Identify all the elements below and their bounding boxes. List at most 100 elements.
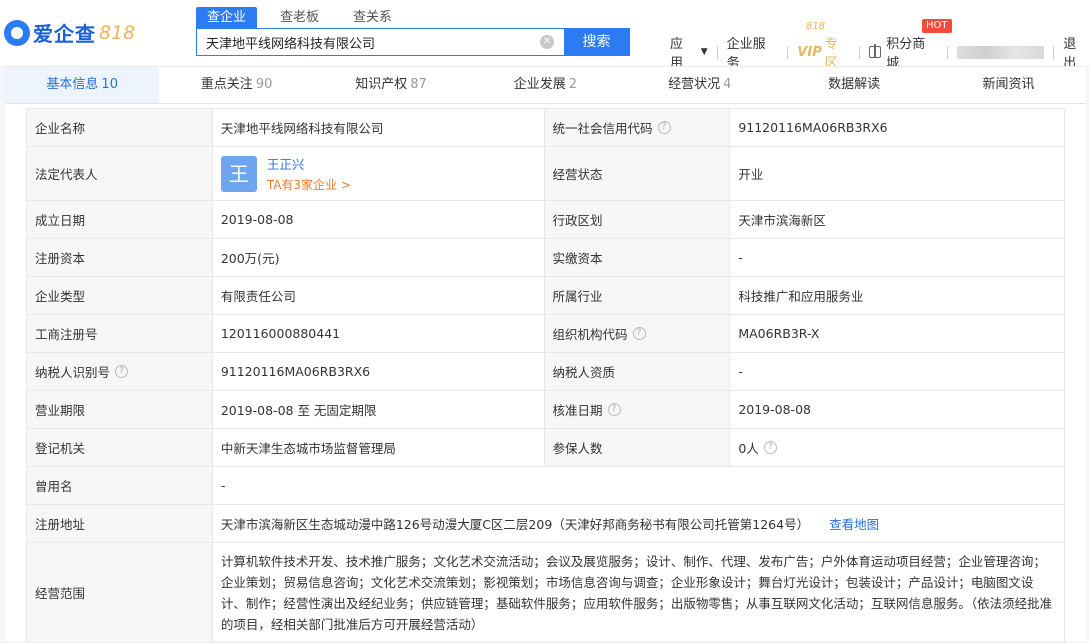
table-row: 工商注册号 120116000880441 组织机构代码? MA06RB3R-X [27, 315, 1065, 353]
taxpayer-id-value: 91120116MA06RB3RX6 [213, 353, 545, 390]
table-row: 经营范围 计算机软件技术开发、技术推广服务；文化艺术交流活动；会议及展览服务；设… [27, 543, 1065, 643]
help-icon[interactable]: ? [763, 441, 777, 454]
tab-count: 87 [410, 77, 427, 92]
field-label: 所属行业 [544, 277, 731, 314]
table-row: 纳税人识别号? 91120116MA06RB3RX6 纳税人资质 - [27, 353, 1065, 391]
approval-date-value: 2019-08-08 [730, 391, 1065, 428]
detail-tabs: 基本信息 10 重点关注 90 知识产权 87 企业发展 2 经营状况 4 数据解读 新闻… [5, 66, 1086, 104]
tab-label: 重点关注 [200, 77, 253, 92]
search-input[interactable] [197, 29, 540, 55]
table-row: 企业名称 天津地平线网络科技有限公司 统一社会信用代码? 91120116MA0… [27, 109, 1065, 147]
table-row: 企业类型 有限责任公司 所属行业 科技推广和应用服务业 [27, 277, 1065, 315]
basic-info-table: 企业名称 天津地平线网络科技有限公司 统一社会信用代码? 91120116MA0… [26, 108, 1065, 643]
table-row: 成立日期 2019-08-08 行政区划 天津市滨海新区 [27, 201, 1065, 239]
clear-icon[interactable]: ✕ [540, 35, 554, 49]
tab-operations[interactable]: 经营状况 4 [623, 67, 777, 103]
avatar[interactable]: 王 [220, 155, 257, 192]
company-name-value: 天津地平线网络科技有限公司 [213, 109, 545, 146]
company-type-value: 有限责任公司 [213, 277, 545, 314]
tab-label: 经营状况 [668, 77, 721, 92]
reg-no-value: 120116000880441 [213, 315, 545, 352]
field-label: 纳税人识别号? [27, 353, 213, 390]
hot-badge: HOT [922, 19, 952, 33]
field-label: 法定代表人 [27, 147, 213, 200]
top-header: 爱企查 818 查企业 查老板 查关系 ✕ 搜索 应用 ▼ 企业服务 VIP 专… [0, 0, 1089, 71]
help-icon[interactable]: ? [632, 327, 646, 340]
table-row: 注册资本 200万(元) 实缴资本 - [27, 239, 1065, 277]
tab-ip[interactable]: 知识产权 87 [314, 67, 468, 103]
address-cell: 天津市滨海新区生态城动漫中路126号动漫大厦C区二层209（天津好邦商务秘书有限… [213, 505, 1065, 542]
authority-value: 中新天津生态城市场监督管理局 [213, 429, 545, 466]
field-label: 成立日期 [27, 201, 213, 238]
legal-rep-companies-link[interactable]: TA有3家企业 > [267, 176, 351, 193]
tab-development[interactable]: 企业发展 2 [468, 67, 622, 103]
table-row: 曾用名 - [27, 467, 1065, 505]
divider [787, 45, 789, 59]
tab-count: 2 [568, 77, 578, 92]
search-type-tabs: 查企业 查老板 查关系 [196, 7, 415, 28]
vip-label: VIP [797, 44, 822, 60]
logo-text: 爱企查 [33, 22, 96, 46]
tab-data-insights[interactable]: 数据解读 [777, 67, 931, 103]
org-code-label: 组织机构代码 [552, 327, 628, 342]
business-scope-value: 计算机软件技术开发、技术推广服务；文化艺术交流活动；会议及展览服务；设计、制作、… [213, 543, 1065, 642]
tab-count: 90 [255, 77, 273, 92]
insured-value: 0人 [738, 441, 759, 456]
field-label: 组织机构代码? [544, 315, 731, 352]
legal-rep-link[interactable]: 王正兴 [267, 154, 351, 173]
divider [946, 45, 948, 59]
view-map-link[interactable]: 查看地图 [829, 514, 879, 533]
legal-rep-cell: 王 王正兴 TA有3家企业 > [213, 147, 545, 200]
status-value: 开业 [730, 147, 1065, 200]
field-label: 参保人数 [544, 429, 731, 466]
tab-label: 知识产权 [355, 77, 408, 92]
insured-cell: 0人? [730, 429, 1065, 466]
field-label: 注册资本 [27, 239, 213, 276]
search-tab-relation[interactable]: 查关系 [342, 7, 403, 28]
search-tab-company[interactable]: 查企业 [196, 7, 258, 28]
field-label: 经营范围 [27, 543, 213, 642]
table-row: 注册地址 天津市滨海新区生态城动漫中路126号动漫大厦C区二层209（天津好邦商… [27, 505, 1065, 543]
capital-value: 200万(元) [213, 239, 545, 276]
credit-code-label: 统一社会信用代码 [552, 121, 653, 136]
logo-mark-icon [4, 19, 30, 46]
field-label: 实缴资本 [544, 239, 731, 276]
term-value: 2019-08-08 至 无固定期限 [213, 391, 545, 428]
field-label: 曾用名 [27, 467, 213, 504]
region-value: 天津市滨海新区 [730, 201, 1065, 238]
taxpayer-qual-value: - [730, 353, 1065, 390]
address-value: 天津市滨海新区生态城动漫中路126号动漫大厦C区二层209（天津好邦商务秘书有限… [220, 517, 810, 532]
search-tab-boss[interactable]: 查老板 [269, 7, 330, 28]
approval-date-label: 核准日期 [552, 403, 603, 418]
field-label: 工商注册号 [27, 315, 213, 352]
field-label: 登记机关 [27, 429, 213, 466]
help-icon[interactable]: ? [607, 403, 621, 416]
tab-count: 10 [101, 77, 118, 92]
tab-news[interactable]: 新闻资讯 [931, 67, 1085, 103]
basic-info-panel: 企业名称 天津地平线网络科技有限公司 统一社会信用代码? 91120116MA0… [5, 104, 1086, 643]
field-label: 经营状态 [544, 147, 731, 200]
user-avatar-name[interactable] [956, 45, 1045, 59]
help-icon[interactable]: ? [115, 365, 129, 378]
field-label: 营业期限 [27, 391, 213, 428]
table-row: 登记机关 中新天津生态城市场监督管理局 参保人数 0人? [27, 429, 1065, 467]
tab-count: 4 [723, 77, 732, 92]
divider [716, 45, 718, 59]
tab-label: 基本信息 [46, 77, 99, 92]
field-label: 企业名称 [27, 109, 213, 146]
site-logo[interactable]: 爱企查 818 [4, 18, 135, 47]
tab-basic-info[interactable]: 基本信息 10 [5, 67, 160, 103]
industry-value: 科技推广和应用服务业 [730, 277, 1065, 314]
search-button[interactable]: 搜索 [564, 29, 629, 55]
vip-818-badge: 818 [806, 21, 826, 32]
search-box: ✕ 搜索 [196, 28, 630, 56]
former-name-value: - [213, 467, 1065, 504]
org-code-value: MA06RB3R-X [730, 315, 1065, 352]
help-icon[interactable]: ? [657, 121, 671, 134]
field-label: 行政区划 [544, 201, 731, 238]
divider [859, 45, 861, 59]
tab-key-focus[interactable]: 重点关注 90 [159, 67, 313, 103]
caret-down-icon: ▼ [700, 47, 708, 57]
tab-label: 数据解读 [828, 77, 881, 92]
gift-icon [869, 44, 882, 58]
